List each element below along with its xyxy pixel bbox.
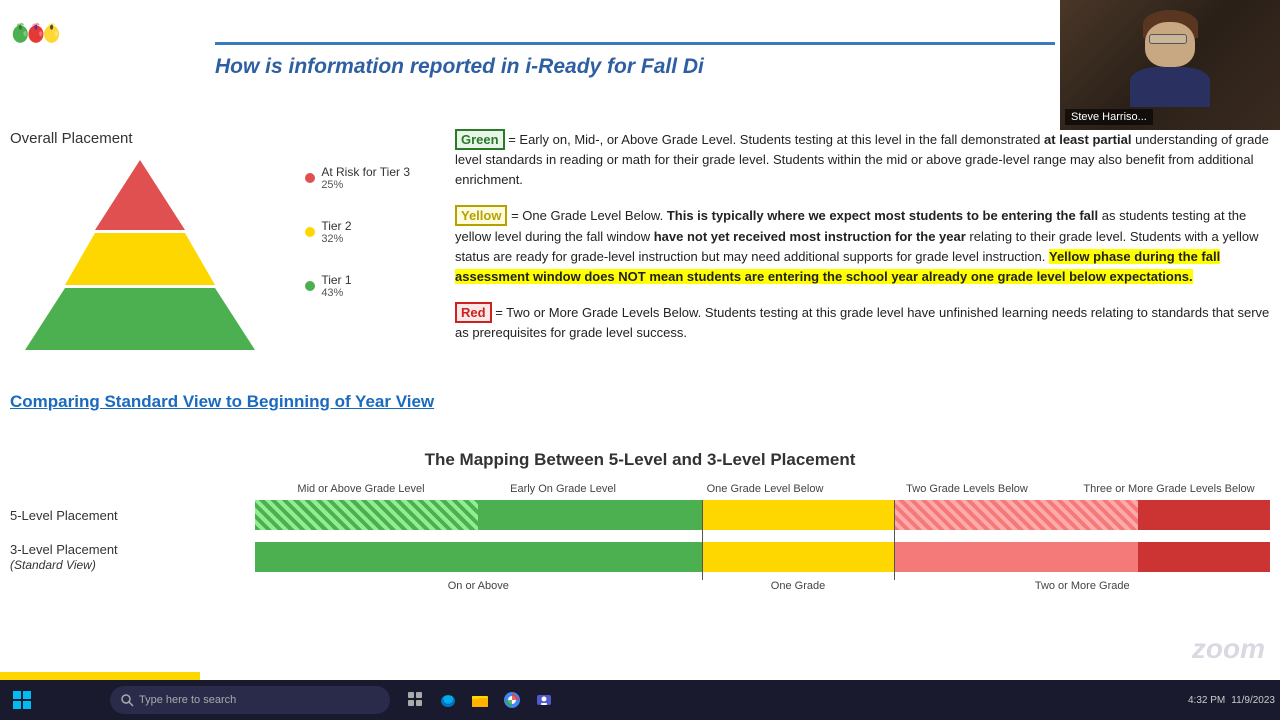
five-level-row: 5-Level Placement (10, 500, 1270, 530)
mapping-title: The Mapping Between 5-Level and 3-Level … (10, 450, 1270, 470)
video-feed: Steve Harriso... (1060, 0, 1280, 130)
presenter-name: Steve Harriso... (1065, 109, 1153, 125)
definitions-section: Green = Early on, Mid-, or Above Grade L… (455, 130, 1270, 359)
bottom-label-two-more: Two or More Grade (894, 580, 1270, 592)
bar-yellow (702, 500, 895, 530)
green-label: Green (455, 129, 505, 150)
green-text: = Early on, Mid-, or Above Grade Level. … (455, 132, 1269, 187)
chrome-icon[interactable] (499, 687, 525, 713)
tier2-dot (305, 227, 315, 237)
tier3-pct: 25% (321, 179, 410, 191)
bar-red-light (894, 500, 1138, 530)
bottom-label-one-grade: One Grade (702, 580, 895, 592)
five-level-bar (255, 500, 1270, 530)
legend-item-tier1: Tier 1 43% (305, 273, 410, 299)
system-tray: 4:32 PM 11/9/2023 (1188, 695, 1275, 706)
bar-red-dark (1138, 500, 1270, 530)
pyramid-legend: At Risk for Tier 3 25% Tier 2 32% Tier 1… (305, 165, 410, 299)
tier3-label: At Risk for Tier 3 (321, 165, 410, 179)
mapping-headers: Mid or Above Grade Level Early On Grade … (10, 482, 1270, 496)
bottom-accent-bar (0, 672, 200, 680)
bottom-label-on-above: On or Above (255, 580, 702, 592)
legend-item-tier2: Tier 2 32% (305, 219, 410, 245)
start-button[interactable] (5, 684, 105, 716)
logo-area (10, 5, 210, 105)
placement-pyramid (10, 155, 270, 355)
three-level-label: 3-Level Placement (Standard View) (10, 542, 255, 572)
search-icon (120, 693, 134, 707)
green-definition: Green = Early on, Mid-, or Above Grade L… (455, 130, 1270, 190)
top-divider (215, 42, 1055, 45)
tray-time: 4:32 PM (1188, 695, 1225, 706)
header-early-on: Early On Grade Level (462, 482, 664, 496)
zoom-watermark: zoom (1192, 633, 1265, 665)
yellow-bold1: This is typically where we expect most s… (667, 208, 1098, 223)
taskbar-apps (403, 687, 557, 713)
yellow-text-intro: = One Grade Level Below. (511, 208, 667, 223)
bar3-red (894, 542, 1138, 572)
tier1-dot (305, 281, 315, 291)
three-level-bar (255, 542, 1270, 572)
search-placeholder: Type here to search (139, 694, 236, 706)
bottom-labels: On or Above One Grade Two or More Grade (10, 580, 1270, 592)
bar-green-hatch (255, 500, 478, 530)
windows-icon (13, 691, 31, 709)
mapping-section: The Mapping Between 5-Level and 3-Level … (10, 450, 1270, 592)
explorer-icon[interactable] (467, 687, 493, 713)
tier2-pct: 32% (321, 233, 351, 245)
header-three-below: Three or More Grade Levels Below (1068, 482, 1270, 496)
tier1-label: Tier 1 (321, 273, 351, 287)
tier2-label: Tier 2 (321, 219, 351, 233)
bar3-yellow (702, 542, 895, 572)
divider-4 (894, 507, 895, 580)
header-two-below: Two Grade Levels Below (866, 482, 1068, 496)
three-level-sublabel: (Standard View) (10, 558, 96, 572)
taskbar: Type here to search (0, 680, 1280, 720)
red-text: = Two or More Grade Levels Below. Studen… (455, 305, 1269, 340)
yellow-label: Yellow (455, 205, 507, 226)
edge-icon[interactable] (435, 687, 461, 713)
three-level-row: 3-Level Placement (Standard View) (10, 542, 1270, 572)
taskbar-search-box[interactable]: Type here to search (110, 686, 390, 714)
tray-date: 11/9/2023 (1231, 695, 1275, 706)
yellow-bold2: have not yet received most instruction f… (654, 229, 966, 244)
bar3-green (255, 542, 702, 572)
bar3-darkred (1138, 542, 1270, 572)
header-title: How is information reported in i-Ready f… (215, 55, 1055, 79)
comparing-link[interactable]: Comparing Standard View to Beginning of … (10, 390, 450, 414)
header-one-below: One Grade Level Below (664, 482, 866, 496)
five-level-label: 5-Level Placement (10, 508, 255, 523)
bar-green-solid (478, 500, 701, 530)
divider-3 (702, 507, 703, 580)
teams-icon[interactable] (531, 687, 557, 713)
left-section: Overall Placement At Risk for Tier 3 25% (10, 130, 450, 414)
task-view-icon[interactable] (403, 687, 429, 713)
yellow-definition: Yellow = One Grade Level Below. This is … (455, 206, 1270, 287)
pyramid-area: At Risk for Tier 3 25% Tier 2 32% Tier 1… (10, 155, 410, 375)
overall-placement-label: Overall Placement (10, 130, 450, 147)
red-definition: Red = Two or More Grade Levels Below. St… (455, 303, 1270, 343)
header-mid-above: Mid or Above Grade Level (260, 482, 462, 496)
red-label: Red (455, 302, 492, 323)
tier1-pct: 43% (321, 287, 351, 299)
tier3-dot (305, 173, 315, 183)
legend-item-tier3: At Risk for Tier 3 25% (305, 165, 410, 191)
